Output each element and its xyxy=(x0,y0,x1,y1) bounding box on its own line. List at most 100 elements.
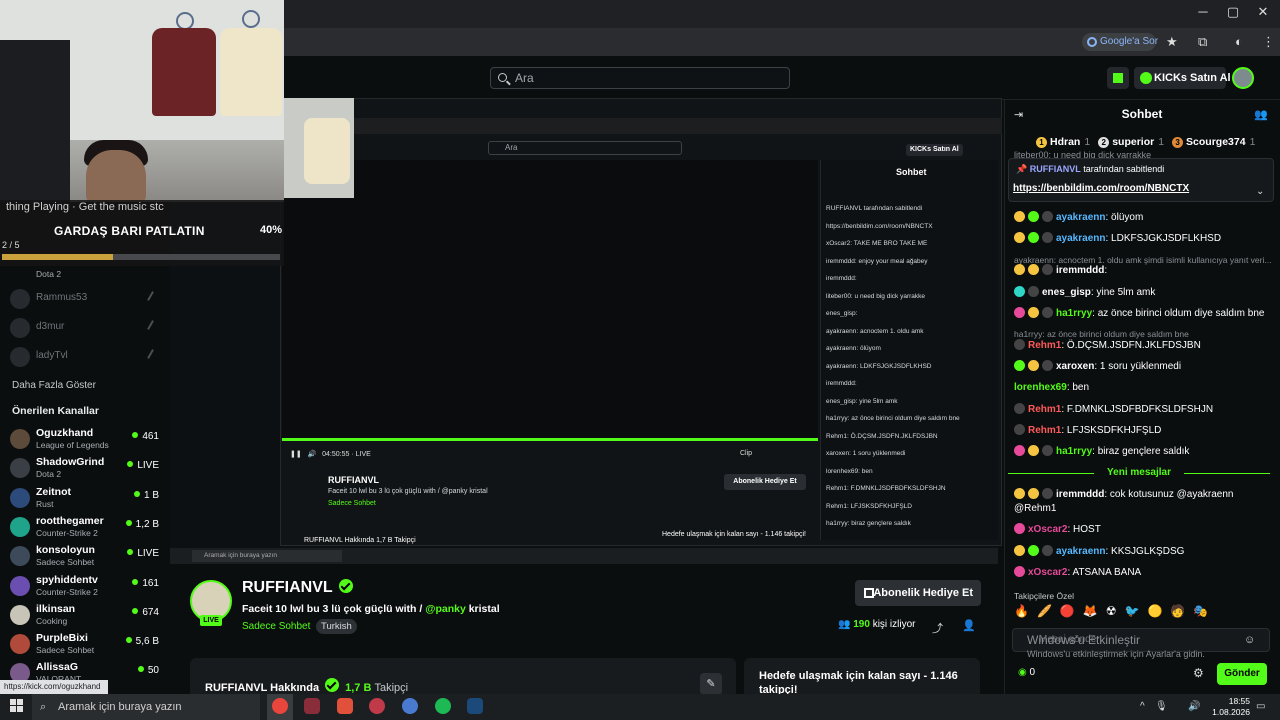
edit-icon[interactable]: ✎ xyxy=(700,673,722,695)
chat-badge-icon xyxy=(1014,424,1025,435)
channel-avatar xyxy=(10,516,30,537)
tray-mic-icon[interactable]: 🎙 xyxy=(1155,701,1168,712)
chat-message: enes_gisp: yine 5lm amk xyxy=(1014,286,1155,300)
sidebar-channel[interactable]: konsoloyun Sadece Sohbet LIVE xyxy=(10,543,165,571)
search-input[interactable]: Ara xyxy=(490,67,790,89)
follow-icon[interactable]: 👤 xyxy=(962,619,976,632)
app-icon-1[interactable] xyxy=(304,698,320,714)
chat-username[interactable]: ayakraenn xyxy=(1056,233,1105,244)
chrome-icon[interactable] xyxy=(272,698,288,714)
maximize-button[interactable]: ▢ xyxy=(1218,4,1248,20)
sidebar-channel[interactable]: rootthegamer Counter-Strike 2 1,2 B xyxy=(10,514,165,542)
emote-row[interactable]: 🔥🥖🔴🦊☢🐦🟡🧑🎭 xyxy=(1014,604,1216,618)
chat-username[interactable]: ayakraenn xyxy=(1056,212,1105,223)
chat-users-icon[interactable]: 👥 xyxy=(1254,108,1268,121)
share-icon[interactable]: ⤴ xyxy=(932,620,943,636)
brave-icon[interactable] xyxy=(337,698,353,714)
chat-text: : biraz gençlere saldık xyxy=(1092,446,1190,457)
chat-username[interactable]: ha1rryy xyxy=(1056,308,1092,319)
pinned-link[interactable]: https://benbildim.com/room/NBNCTX xyxy=(1013,183,1189,194)
kick-menu-icon[interactable] xyxy=(1107,67,1129,89)
tray-chevron-icon[interactable]: ^ xyxy=(1140,701,1145,712)
sidebar-offline-channel[interactable]: d3mur xyxy=(10,315,165,341)
stream-title-mention[interactable]: @panky xyxy=(425,603,466,615)
bookmark-star-icon[interactable]: ★ xyxy=(1166,34,1178,50)
minimize-button[interactable]: ─ xyxy=(1188,4,1218,19)
chat-text: : cok kotusunuz @ayakraenn xyxy=(1104,489,1234,500)
goal-text: Hedefe ulaşmak için kalan sayı - 1.146 t… xyxy=(759,670,958,696)
taskbar-search[interactable]: ⌕ Aramak için buraya yazın xyxy=(32,694,260,720)
nested-clip: Clip xyxy=(740,450,753,457)
chat-text: : az önce birinci oldum diye saldım bne xyxy=(1092,308,1265,319)
profile-icon[interactable]: ◐ xyxy=(1235,34,1243,49)
sidebar-channel[interactable]: spyhiddentv Counter-Strike 2 161 xyxy=(10,573,165,601)
chat-username[interactable]: iremmddd xyxy=(1056,265,1104,276)
steam-icon[interactable] xyxy=(467,698,483,714)
sidebar-channel[interactable]: PurpleBixi Sadece Sohbet 5,6 B xyxy=(10,631,165,659)
nested-chat-line: ha1rryy: az önce birinci oldum diye sald… xyxy=(826,415,960,422)
chat-username[interactable]: Rehm1 xyxy=(1028,425,1061,436)
user-avatar[interactable] xyxy=(1232,67,1254,89)
chat-badge-icon xyxy=(1014,232,1025,243)
now-playing-label: thing Playing · Get the music stc xyxy=(6,201,164,213)
spotify-icon[interactable] xyxy=(435,698,451,714)
chat-message: Rehm1: F.DMNKLJSDFBDFKSLDFSHJN xyxy=(1014,403,1213,417)
sidebar-offline-channel[interactable]: Rammus53 xyxy=(10,286,165,312)
channel-name: d3mur xyxy=(36,321,65,332)
emoji-icon[interactable]: ☺ xyxy=(1244,634,1255,646)
google-ask-button[interactable]: Google'a Sor xyxy=(1082,33,1158,51)
extensions-icon[interactable]: ⧉ xyxy=(1198,34,1207,50)
chat-badge-icon xyxy=(1042,264,1053,275)
sidebar-channel[interactable]: Zeitnot Rust 1 B xyxy=(10,485,165,513)
sidebar-channel[interactable]: ilkinsan Cooking 674 xyxy=(10,602,165,630)
app-icon-2[interactable] xyxy=(369,698,385,714)
nested-goal: Hedefe ulaşmak için kalan sayı - 1.146 t… xyxy=(662,531,806,538)
sidebar-channel[interactable]: ShadowGrind Dota 2 LIVE xyxy=(10,455,165,483)
follower-count: 1,7 B xyxy=(345,682,372,694)
sidebar-channel[interactable]: Oguzkhand League of Legends 461 xyxy=(10,426,165,454)
chat-username[interactable]: ayakraenn xyxy=(1056,546,1105,557)
stream-tag[interactable]: Turkish xyxy=(316,619,357,634)
stream-category[interactable]: Sadece Sohbet xyxy=(242,621,310,632)
menu-icon[interactable]: ⋮ xyxy=(1262,34,1275,50)
chat-badge-icon xyxy=(1014,545,1025,556)
pin-icon: 📌 xyxy=(1016,164,1030,174)
leader-name[interactable]: Hdran xyxy=(1050,136,1080,148)
chat-username[interactable]: ha1rryy xyxy=(1056,446,1092,457)
chat-username[interactable]: xaroxen xyxy=(1056,361,1094,372)
channel-points[interactable]: ◉ 0 xyxy=(1018,667,1035,678)
close-window-button[interactable]: ✕ xyxy=(1248,4,1278,20)
expand-pinned-icon[interactable]: ⌄ xyxy=(1256,186,1264,197)
send-button[interactable]: Gönder xyxy=(1217,663,1267,685)
live-dot-icon xyxy=(127,461,134,468)
buy-kicks-button[interactable]: KICKs Satın Al xyxy=(1134,67,1231,89)
chat-settings-icon[interactable]: ⚙ xyxy=(1193,666,1204,680)
app-icon-3[interactable] xyxy=(402,698,418,714)
channel-category: Rust xyxy=(36,498,54,509)
windows-start-icon[interactable] xyxy=(10,699,24,713)
offline-icon xyxy=(147,320,161,334)
chat-badge-icon xyxy=(1014,307,1025,318)
webcam-echo xyxy=(284,98,354,198)
chat-username[interactable]: Rehm1 xyxy=(1028,340,1061,351)
chat-username[interactable]: xOscar2 xyxy=(1028,567,1067,578)
tray-volume-icon[interactable]: 🔊 xyxy=(1188,701,1200,712)
chat-username[interactable]: iremmddd xyxy=(1056,489,1104,500)
chat-username[interactable]: xOscar2 xyxy=(1028,524,1067,535)
chat-username[interactable]: enes_gisp xyxy=(1042,287,1091,298)
show-more-link[interactable]: Daha Fazla Göster xyxy=(12,380,96,391)
clock[interactable]: 18:55 1.08.2026 xyxy=(1206,696,1250,718)
sidebar-offline-channel[interactable]: ladyTvl xyxy=(10,344,165,370)
viewer-count-value: 50 xyxy=(147,665,159,677)
chat-username[interactable]: Rehm1 xyxy=(1028,404,1061,415)
chat-badge-icon xyxy=(1028,360,1039,371)
leader-name[interactable]: superior xyxy=(1112,136,1154,148)
notifications-icon[interactable]: ▭ xyxy=(1256,701,1265,712)
channel-name[interactable]: RUFFIANVL xyxy=(242,579,353,597)
gift-subscription-button[interactable]: Abonelik Hediye Et xyxy=(855,580,981,606)
stream-title-prefix: Faceit 10 lwl bu 3 lü çok güçlü with / xyxy=(242,603,426,615)
chat-username[interactable]: lorenhex69 xyxy=(1014,382,1067,393)
new-messages-divider[interactable]: Yeni mesajlar xyxy=(1008,467,1270,478)
leader-name[interactable]: Scourge374 xyxy=(1186,136,1246,148)
channel-avatar xyxy=(10,318,30,338)
